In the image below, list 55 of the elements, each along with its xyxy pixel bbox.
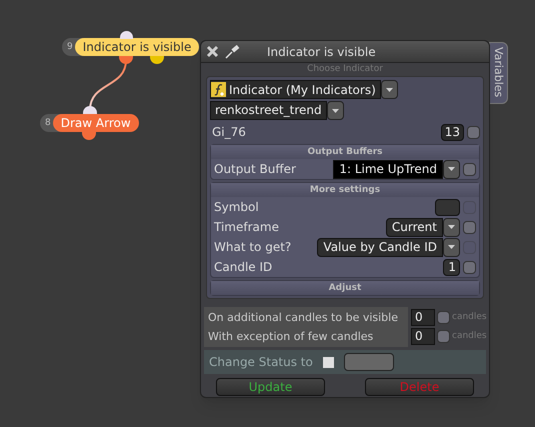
status-field[interactable] bbox=[344, 353, 394, 371]
dropdown-button[interactable] bbox=[326, 101, 344, 120]
window-title: Indicator is visible bbox=[267, 44, 376, 60]
output-port[interactable] bbox=[119, 56, 133, 64]
section-label: Choose Indicator bbox=[307, 63, 383, 76]
caret-icon bbox=[448, 245, 455, 249]
side-tab[interactable]: Variables bbox=[489, 42, 508, 104]
checkbox[interactable] bbox=[467, 126, 480, 138]
unit-label: candles bbox=[452, 310, 487, 324]
pin-icon[interactable] bbox=[225, 44, 241, 58]
dropdown-button[interactable] bbox=[443, 218, 460, 236]
input-field[interactable] bbox=[435, 198, 460, 216]
number-field[interactable]: 0 bbox=[411, 309, 435, 326]
checkbox[interactable] bbox=[437, 311, 450, 324]
close-icon[interactable] bbox=[206, 45, 219, 58]
node[interactable]: Indicator is visible bbox=[74, 38, 200, 56]
checkbox[interactable] bbox=[463, 162, 476, 176]
group-title: More settings bbox=[310, 184, 380, 197]
indicator-select[interactable]: Indicator (My Indicators) bbox=[210, 80, 381, 99]
caret-icon bbox=[448, 225, 455, 229]
option-label: On additional candles to be visible bbox=[208, 310, 399, 326]
caret-icon bbox=[332, 108, 339, 112]
select-field[interactable]: Current bbox=[386, 218, 443, 236]
dropdown-button[interactable] bbox=[380, 80, 398, 99]
checkbox[interactable] bbox=[322, 356, 334, 368]
input-port[interactable] bbox=[83, 106, 97, 114]
setting-label: Symbol bbox=[214, 199, 260, 216]
select-field[interactable]: 1: Lime UpTrend bbox=[333, 160, 443, 178]
function-icon bbox=[211, 82, 226, 97]
dropdown-button[interactable] bbox=[443, 238, 460, 256]
setting-label: Timeframe bbox=[214, 219, 280, 236]
checkbox[interactable] bbox=[463, 220, 476, 234]
group-title: Output Buffers bbox=[307, 146, 383, 159]
select-value: Indicator (My Indicators) bbox=[229, 82, 376, 98]
setting-label: Output Buffer bbox=[214, 161, 297, 178]
update-button[interactable]: Update bbox=[216, 378, 325, 396]
setting-label: Candle ID bbox=[214, 259, 274, 276]
dropdown-button[interactable] bbox=[443, 160, 460, 178]
checkbox[interactable] bbox=[437, 330, 450, 343]
input-port[interactable] bbox=[120, 31, 133, 39]
parameter-label: Gi_76 bbox=[212, 124, 247, 141]
group-title: Adjust bbox=[328, 282, 362, 295]
indicator-name-select[interactable]: renkostreet_trend bbox=[210, 101, 327, 120]
status-label: Change Status to bbox=[209, 354, 313, 371]
input-field[interactable]: 1 bbox=[443, 258, 460, 276]
setting-label: What to get? bbox=[214, 239, 292, 256]
caret-icon bbox=[386, 88, 393, 92]
output-port[interactable] bbox=[150, 56, 164, 64]
unit-label: candles bbox=[452, 330, 487, 343]
caret-icon bbox=[448, 167, 455, 171]
checkbox[interactable] bbox=[463, 260, 476, 274]
number-field[interactable]: 13 bbox=[440, 124, 464, 140]
output-port[interactable] bbox=[82, 132, 96, 140]
option-label: With exception of few candles bbox=[208, 329, 374, 345]
number-field[interactable]: 0 bbox=[411, 328, 435, 345]
